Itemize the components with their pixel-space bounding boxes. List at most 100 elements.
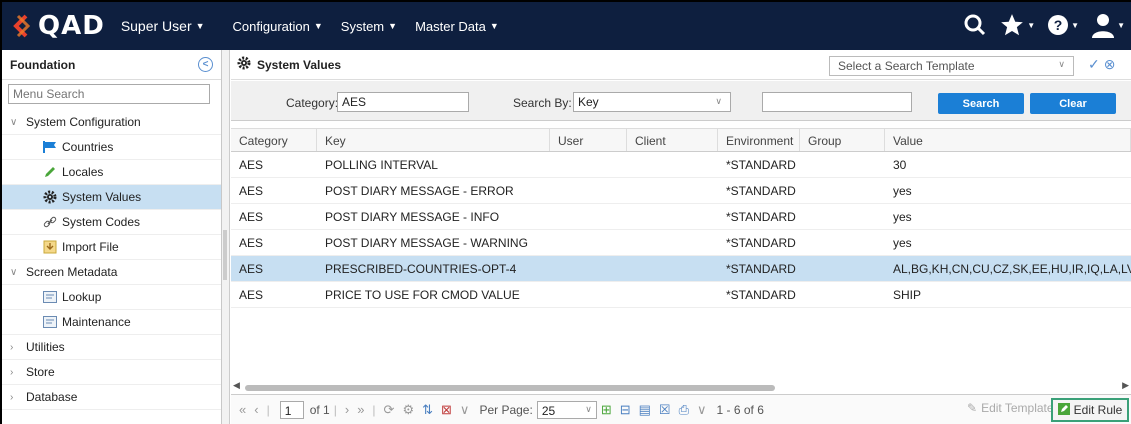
tree-item-lookup[interactable]: Lookup [2, 285, 221, 310]
apply-check-icon[interactable]: ✓ [1088, 56, 1100, 73]
sidebar-title: Foundation [10, 57, 76, 72]
tree-item-database[interactable]: › Database [2, 385, 221, 410]
cell-key: PRICE TO USE FOR CMOD VALUE [325, 288, 520, 302]
table-row[interactable]: AES POST DIARY MESSAGE - INFO *STANDARD yes [231, 204, 1131, 230]
scrollbar-thumb[interactable] [245, 385, 775, 391]
tree-item-store[interactable]: › Store [2, 360, 221, 385]
user-menu[interactable]: Super User ▼ [121, 18, 205, 34]
page-number-input[interactable]: 1 [279, 400, 304, 419]
table-row[interactable]: AES PRICE TO USE FOR CMOD VALUE *STANDARD S… [231, 282, 1131, 308]
delete-record-icon[interactable]: ☒ [659, 402, 671, 418]
cell-category: AES [239, 210, 264, 224]
next-page-icon[interactable]: › [345, 402, 349, 417]
link-icon [42, 215, 58, 229]
tree-item-import-file[interactable]: Import File [2, 235, 221, 260]
search-value-input[interactable] [762, 92, 912, 112]
nav-system[interactable]: System ▼ [341, 19, 397, 34]
tree-item-label: Lookup [62, 290, 102, 304]
cell-value: SHIP [893, 288, 922, 302]
separator: | [266, 402, 270, 417]
sidebar-splitter[interactable] [222, 50, 230, 424]
tree-item-system-configuration[interactable]: ∨ System Configuration [2, 110, 221, 135]
chevron-down-icon[interactable]: ∨ [697, 402, 707, 418]
view-record-icon[interactable]: ▤ [639, 402, 651, 418]
add-record-icon[interactable]: ⊞ [601, 402, 612, 418]
table-row[interactable]: AES POST DIARY MESSAGE - WARNING *STANDARD… [231, 230, 1131, 256]
refresh-icon[interactable]: ⟳ [384, 402, 395, 418]
menu-search-input[interactable] [8, 84, 210, 104]
page-count: of 1 [309, 402, 330, 417]
tree-item-label: Screen Metadata [26, 265, 118, 279]
import-icon [42, 240, 58, 254]
tree-item-label: Locales [62, 165, 104, 179]
tree-item-maintenance[interactable]: Maintenance [2, 310, 221, 335]
export-icon[interactable]: ⎙ [679, 402, 689, 418]
scroll-right-icon[interactable]: ▶ [1122, 380, 1129, 391]
tree-item-screen-metadata[interactable]: ∨ Screen Metadata [2, 260, 221, 285]
tree-item-label: System Configuration [26, 115, 141, 129]
help-icon[interactable]: ? ▼ [1047, 10, 1079, 40]
tree-item-system-values[interactable]: System Values [2, 185, 221, 210]
table-row[interactable]: AES PRESCRIBED-COUNTRIES-OPT-4 *STANDARD AL… [231, 256, 1131, 282]
tree-item-label: Maintenance [62, 315, 131, 329]
chevron-right-icon: › [10, 366, 14, 378]
edit-template-button[interactable]: ✎ Edit Template [967, 401, 1054, 415]
last-page-icon[interactable]: » [357, 402, 364, 417]
menu-tree: ∨ System Configuration Countries Locales… [2, 110, 221, 410]
cell-key: PRESCRIBED-COUNTRIES-OPT-4 [325, 262, 517, 276]
tree-item-countries[interactable]: Countries [2, 135, 221, 160]
cell-value: 30 [893, 158, 907, 172]
clear-circle-icon[interactable]: ⊗ [1104, 56, 1116, 73]
cell-environment: *STANDARD [726, 262, 796, 276]
edit-rule-button[interactable]: Edit Rule [1051, 398, 1129, 422]
search-template-select[interactable]: Select a Search Template ∨ [829, 56, 1074, 76]
edit-record-icon[interactable]: ⊟ [620, 402, 631, 418]
top-icon-group: ▼ ? ▼ ▼ [963, 10, 1125, 40]
column-header-client[interactable]: Client [627, 129, 718, 151]
nav-configuration[interactable]: Configuration ▼ [233, 19, 323, 34]
chevron-down-icon[interactable]: ∨ [460, 402, 470, 418]
table-row[interactable]: AES POST DIARY MESSAGE - ERROR *STANDARD ye… [231, 178, 1131, 204]
favorites-star-icon[interactable]: ▼ [999, 10, 1035, 40]
settings-gear-icon[interactable]: ⚙ [402, 402, 414, 418]
column-header-group[interactable]: Group [800, 129, 885, 151]
splitter-grip[interactable] [223, 230, 227, 280]
user-profile-icon[interactable]: ▼ [1091, 10, 1125, 40]
form-icon [42, 315, 58, 329]
previous-page-icon[interactable]: ‹ [254, 402, 258, 417]
column-header-category[interactable]: Category [231, 129, 317, 151]
column-header-user[interactable]: User [550, 129, 627, 151]
search-icon[interactable] [963, 10, 987, 40]
chevron-down-icon: ∨ [10, 266, 18, 278]
column-header-key[interactable]: Key [317, 129, 550, 151]
first-page-icon[interactable]: « [239, 402, 246, 417]
search-by-select[interactable]: Key ∨ [573, 92, 731, 112]
svg-text:?: ? [1054, 17, 1063, 33]
scroll-left-icon[interactable]: ◀ [233, 380, 240, 391]
per-page-select[interactable]: 25 ∨ [536, 400, 597, 419]
clear-button[interactable]: Clear [1030, 93, 1116, 114]
grid-body: AES POLLING INTERVAL *STANDARD 30 AES POST DI… [231, 152, 1131, 308]
column-header-value[interactable]: Value [885, 129, 1131, 151]
record-range: 1 - 6 of 6 [716, 402, 764, 417]
tree-item-label: Utilities [26, 340, 65, 354]
nav-master-data[interactable]: Master Data ▼ [415, 19, 499, 34]
qad-logo[interactable]: QAD [10, 11, 105, 41]
column-header-environment[interactable]: Environment [718, 129, 800, 151]
tree-item-system-codes[interactable]: System Codes [2, 210, 221, 235]
tree-item-locales[interactable]: Locales [2, 160, 221, 185]
sidebar: Foundation < ∨ System Configuration Coun… [0, 50, 222, 424]
separator: | [372, 402, 376, 417]
horizontal-scrollbar[interactable]: ◀ ▶ [231, 380, 1131, 393]
clear-filter-icon[interactable]: ⊠ [441, 402, 452, 418]
chevron-down-icon: ▼ [1071, 20, 1080, 30]
button-label: Edit Template [981, 401, 1054, 415]
tree-item-utilities[interactable]: › Utilities [2, 335, 221, 360]
chevron-down-icon: ▼ [195, 21, 205, 31]
collapse-sidebar-icon[interactable]: < [198, 57, 213, 72]
cell-user [550, 178, 627, 203]
category-input[interactable]: AES [337, 92, 469, 112]
sort-icon[interactable]: ⇅ [422, 402, 433, 418]
search-button[interactable]: Search [938, 93, 1024, 114]
table-row[interactable]: AES POLLING INTERVAL *STANDARD 30 [231, 152, 1131, 178]
